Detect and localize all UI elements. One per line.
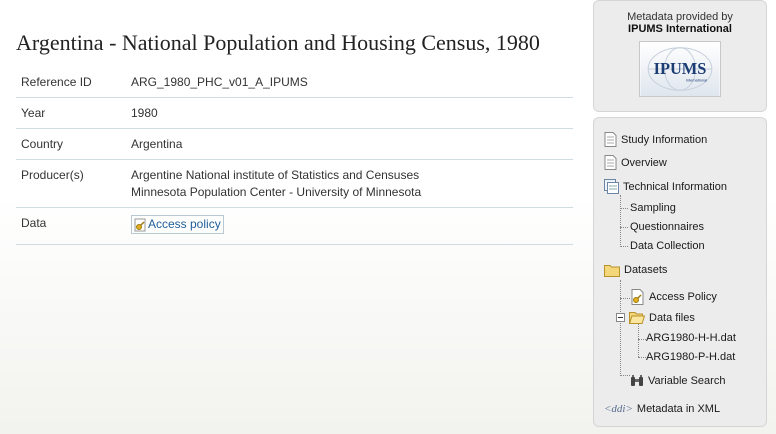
study-info-table: Reference ID ARG_1980_PHC_v01_A_IPUMS Ye… <box>16 67 573 245</box>
row-value: Access policy <box>126 208 573 245</box>
table-row: Reference ID ARG_1980_PHC_v01_A_IPUMS <box>16 67 573 98</box>
nav-metadata-xml[interactable]: <ddi> Metadata in XML <box>604 403 720 415</box>
table-row: Country Argentina <box>16 129 573 160</box>
nav-label: Sampling <box>630 202 676 214</box>
table-row: Data Access policy <box>16 208 573 245</box>
nav-access-policy[interactable]: Access Policy <box>630 289 717 305</box>
nav-variable-search[interactable]: Variable Search <box>630 374 725 388</box>
row-value: ARG_1980_PHC_v01_A_IPUMS <box>131 75 308 89</box>
nav-file-arg1980-h-h[interactable]: ARG1980-H-H.dat <box>646 332 736 344</box>
tree-connector <box>620 227 628 228</box>
open-folder-icon <box>629 312 645 324</box>
nav-label: ARG1980-P-H.dat <box>646 351 736 363</box>
tree-connector <box>620 298 630 299</box>
row-label: Producer(s) <box>21 168 84 182</box>
nav-overview[interactable]: Overview <box>604 155 667 170</box>
main-content: Argentina - National Population and Hous… <box>16 30 573 245</box>
study-navigation: Study Information Overview Technical Inf… <box>593 117 767 427</box>
nav-label: Access Policy <box>649 291 717 303</box>
tree-connector <box>638 339 646 340</box>
producer-line: Argentine National institute of Statisti… <box>131 168 420 182</box>
row-label: Country <box>21 137 64 151</box>
tree-connector <box>620 195 621 247</box>
binoculars-icon <box>631 375 643 386</box>
key-document-icon <box>631 289 644 305</box>
tree-connector <box>620 280 621 376</box>
folder-icon <box>604 265 620 277</box>
key-document-icon <box>134 218 146 231</box>
producer-line: Minnesota Population Center - University… <box>131 185 422 199</box>
metadata-provided-by-text: Metadata provided by <box>627 11 733 23</box>
document-icon <box>604 155 617 170</box>
table-row: Producer(s) Argentine National institute… <box>16 160 573 208</box>
logo-text: IPUMS <box>654 59 707 78</box>
technical-documents-icon <box>604 179 619 194</box>
ddi-xml-icon: <ddi> <box>604 403 633 415</box>
tree-connector <box>620 246 628 247</box>
nav-datasets[interactable]: Datasets <box>604 263 667 277</box>
nav-label: Questionnaires <box>630 221 704 233</box>
row-value: Argentina <box>131 137 183 151</box>
metadata-provider-box: Metadata provided by IPUMS International… <box>593 0 767 112</box>
access-policy-link[interactable]: Access policy <box>131 215 224 234</box>
tree-connector <box>638 324 639 357</box>
nav-label: Data files <box>649 311 695 324</box>
nav-sampling[interactable]: Sampling <box>630 202 676 214</box>
page-title: Argentina - National Population and Hous… <box>16 30 540 55</box>
nav-label: Variable Search <box>648 375 726 387</box>
nav-data-collection[interactable]: Data Collection <box>630 240 705 252</box>
nav-label: Study Information <box>621 133 708 146</box>
row-label: Data <box>21 216 47 230</box>
nav-label: Data Collection <box>630 240 705 252</box>
tree-connector <box>638 357 646 358</box>
ipums-logo[interactable]: IPUMS International <box>639 41 721 97</box>
nav-label: Metadata in XML <box>636 403 721 415</box>
collapse-toggle-icon[interactable] <box>616 313 625 322</box>
nav-questionnaires[interactable]: Questionnaires <box>630 221 704 233</box>
row-label: Year <box>21 106 46 120</box>
nav-technical-information[interactable]: Technical Information <box>604 179 727 194</box>
nav-file-arg1980-p-h[interactable]: ARG1980-P-H.dat <box>646 351 735 363</box>
document-icon <box>604 132 617 147</box>
metadata-provider-name: IPUMS International <box>628 23 732 35</box>
table-row: Year 1980 <box>16 98 573 129</box>
row-value: 1980 <box>131 106 158 120</box>
row-label: Reference ID <box>21 75 92 89</box>
nav-label: Datasets <box>624 264 668 276</box>
nav-data-files[interactable]: Data files <box>616 311 695 324</box>
nav-label: Technical Information <box>623 180 727 193</box>
nav-study-information[interactable]: Study Information <box>604 132 707 147</box>
tree-connector <box>620 208 628 209</box>
tree-connector <box>620 375 630 376</box>
row-value: Argentine National institute of Statisti… <box>126 160 573 208</box>
access-policy-label: Access policy <box>148 217 221 231</box>
nav-label: Overview <box>621 156 667 169</box>
logo-subtext: International <box>686 79 707 83</box>
nav-label: ARG1980-H-H.dat <box>646 332 736 344</box>
